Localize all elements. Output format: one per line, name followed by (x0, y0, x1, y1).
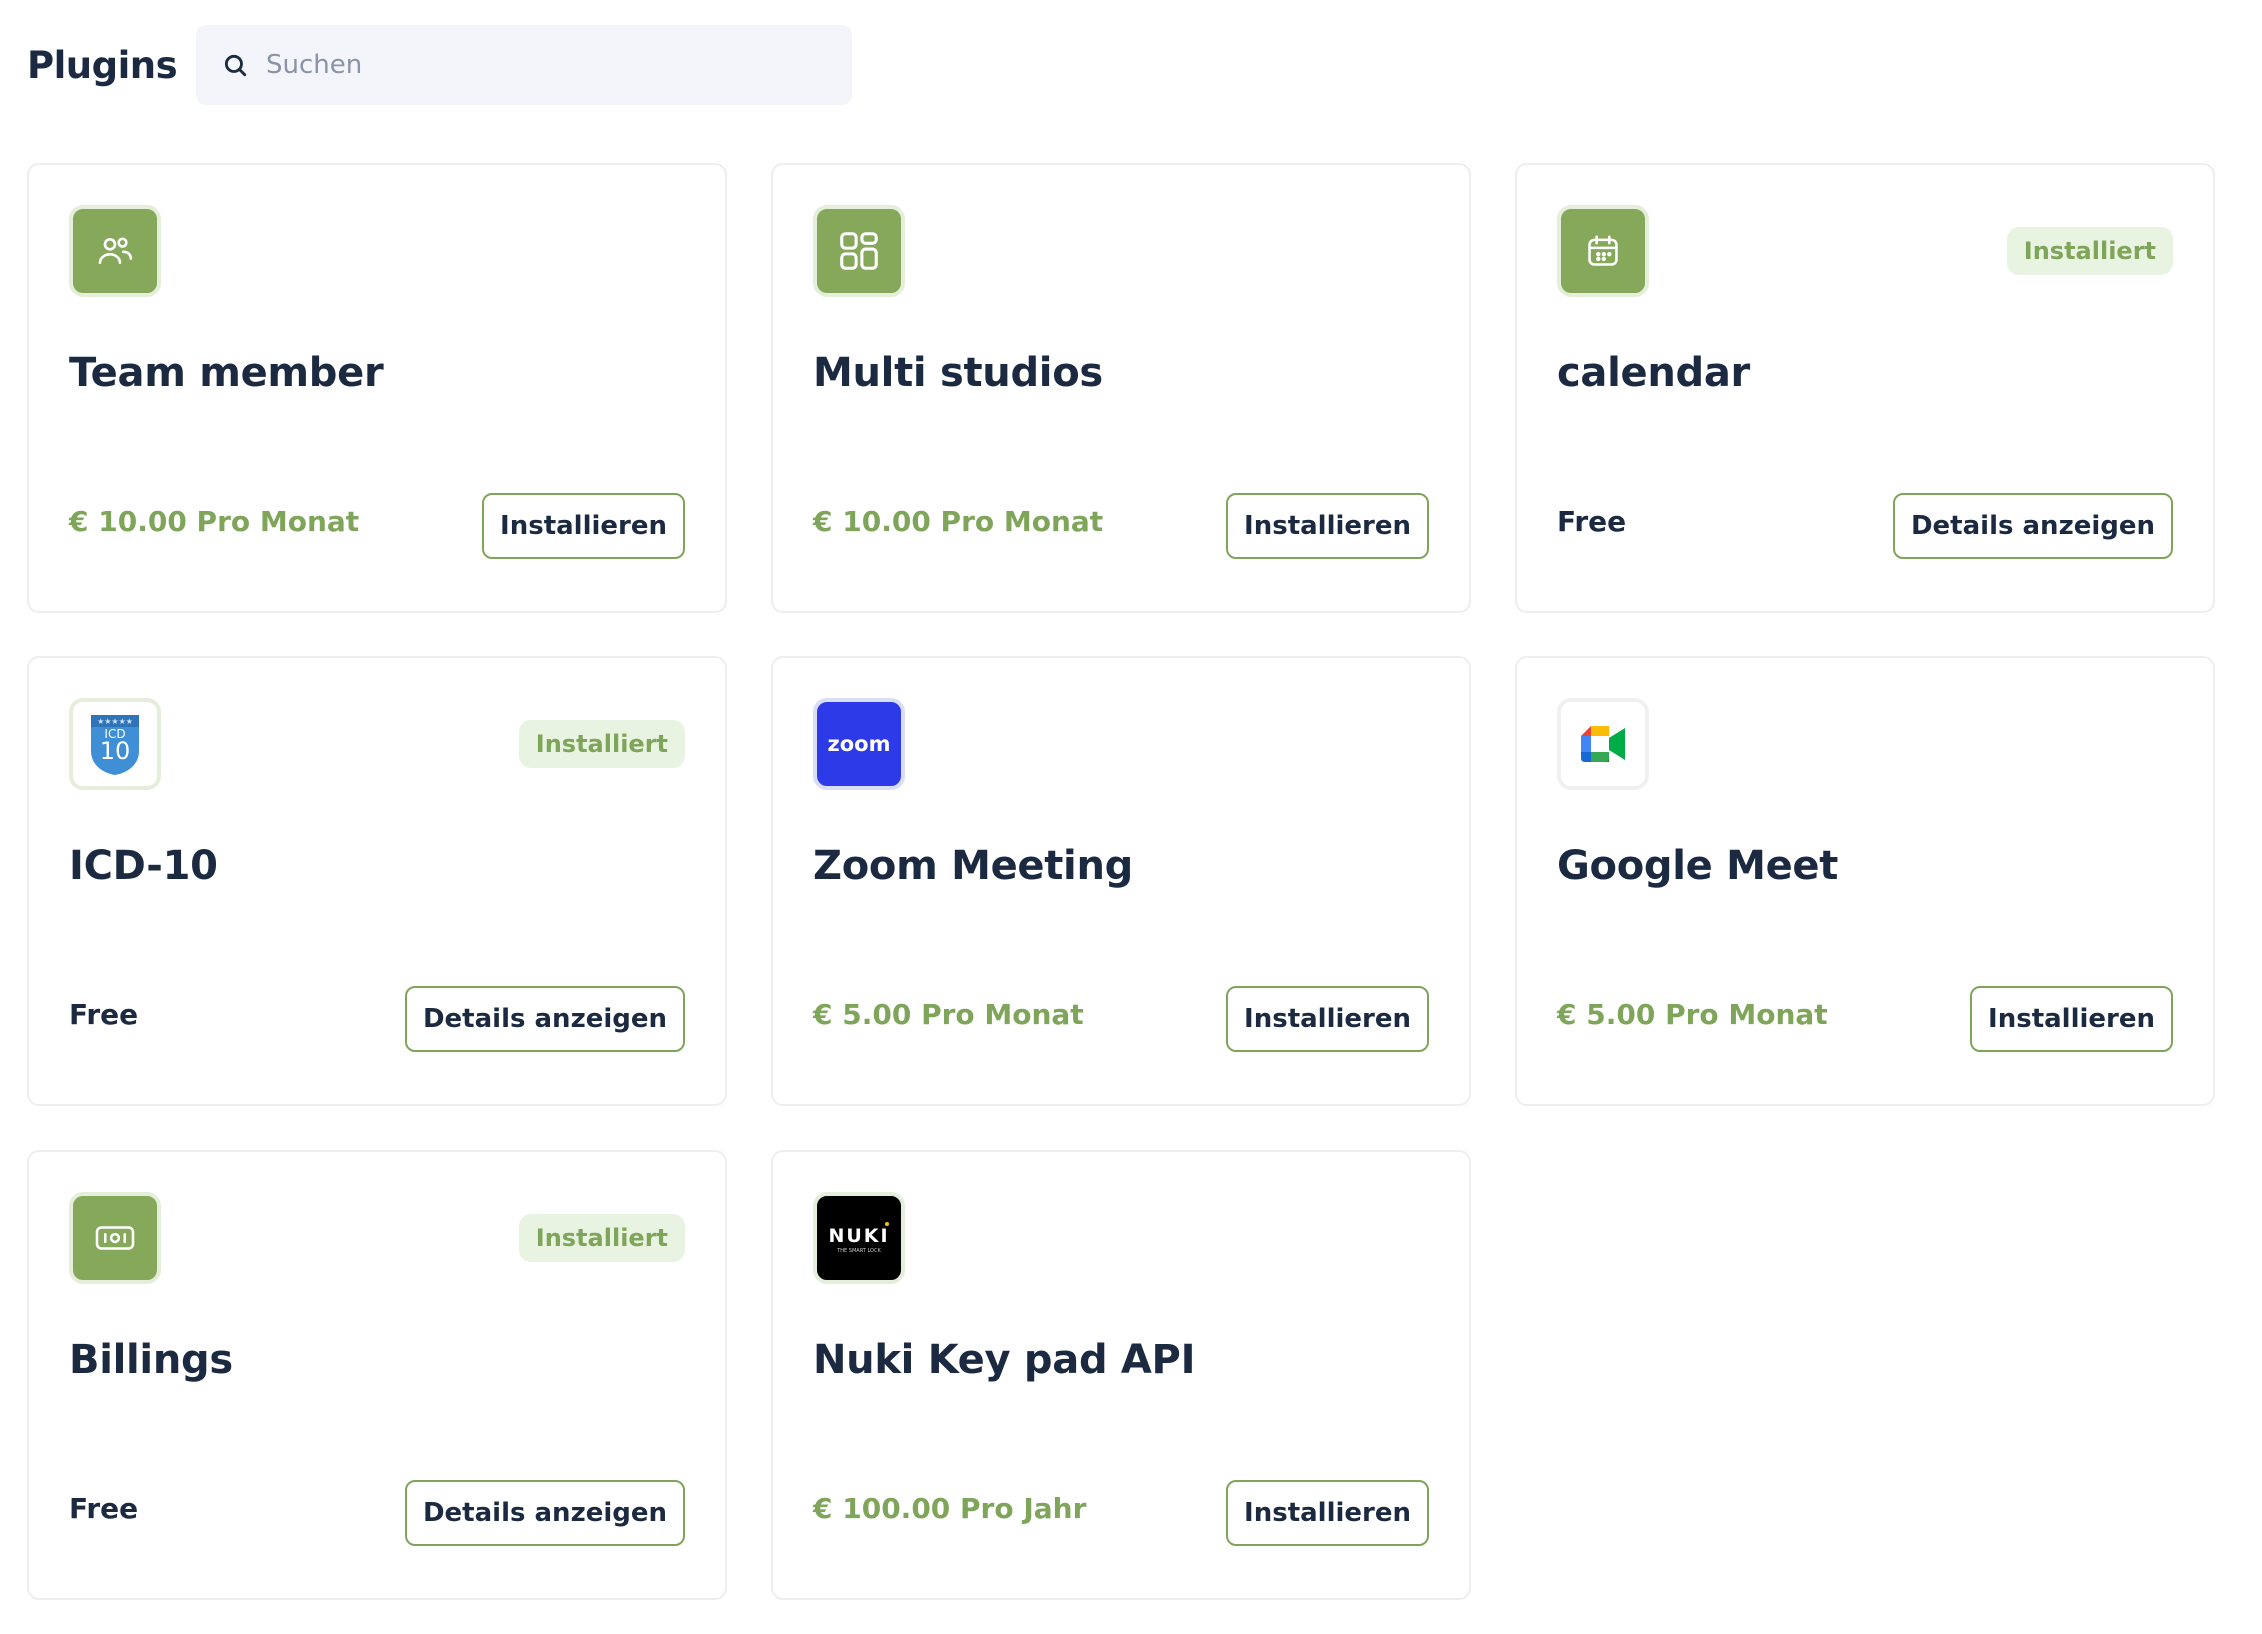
plugin-card: Team member € 10.00 Pro Monat Installier… (27, 163, 727, 613)
details-button[interactable]: Details anzeigen (1892, 493, 2173, 559)
plugin-price: Free (69, 998, 139, 1031)
plugin-title: Zoom Meeting (813, 843, 1133, 889)
page-title: Plugins (27, 43, 178, 87)
svg-text:10: 10 (100, 737, 131, 765)
plugin-price: € 100.00 Pro Jahr (813, 1492, 1087, 1525)
page-header: Plugins (27, 25, 178, 105)
details-button[interactable]: Details anzeigen (404, 1480, 685, 1546)
search-bar[interactable] (196, 25, 852, 105)
plugin-price: € 5.00 Pro Monat (1557, 998, 1828, 1031)
install-button[interactable]: Installieren (1226, 986, 1429, 1052)
search-input[interactable] (264, 49, 828, 81)
plugin-title: calendar (1557, 350, 1750, 396)
plugin-price: € 10.00 Pro Monat (69, 505, 360, 538)
plugin-title: Team member (69, 350, 384, 396)
users-icon (69, 205, 161, 297)
search-icon (210, 40, 260, 90)
icd10-logo-icon: ★★★★★ ICD 10 (69, 698, 161, 790)
plugin-card: Installiert calendar Free Details anzeig… (1515, 163, 2215, 613)
plugin-price: Free (1557, 505, 1627, 538)
plugin-card: Installiert Billings Free Details anzeig… (27, 1150, 727, 1600)
plugin-title: Multi studios (813, 350, 1103, 396)
nuki-logo-icon: NUKI THE SMART LOCK (813, 1192, 905, 1284)
layout-grid-icon (813, 205, 905, 297)
plugin-card: Google Meet € 5.00 Pro Monat Installiere… (1515, 656, 2215, 1106)
installed-badge: Installiert (518, 720, 685, 768)
svg-text:zoom: zoom (828, 732, 891, 756)
svg-text:★★★★★: ★★★★★ (97, 717, 133, 726)
google-meet-logo-icon (1557, 698, 1649, 790)
installed-badge: Installiert (2006, 227, 2173, 275)
plugin-card: ★★★★★ ICD 10 Installiert ICD-10 Free Det… (27, 656, 727, 1106)
calendar-icon (1557, 205, 1649, 297)
install-button[interactable]: Installieren (1226, 1480, 1429, 1546)
details-button[interactable]: Details anzeigen (404, 986, 685, 1052)
plugin-title: ICD-10 (69, 843, 218, 889)
plugin-card: NUKI THE SMART LOCK Nuki Key pad API € 1… (771, 1150, 1471, 1600)
install-button[interactable]: Installieren (1226, 493, 1429, 559)
plugin-title: Google Meet (1557, 843, 1839, 889)
plugin-title: Billings (69, 1337, 233, 1383)
plugin-card: Multi studios € 10.00 Pro Monat Installi… (771, 163, 1471, 613)
banknote-icon (69, 1192, 161, 1284)
svg-text:THE SMART LOCK: THE SMART LOCK (836, 1248, 881, 1254)
plugin-card: zoom Zoom Meeting € 5.00 Pro Monat Insta… (771, 656, 1471, 1106)
svg-text:NUKI: NUKI (828, 1225, 889, 1247)
install-button[interactable]: Installieren (1970, 986, 2173, 1052)
installed-badge: Installiert (518, 1214, 685, 1262)
install-button[interactable]: Installieren (482, 493, 685, 559)
plugin-price: € 5.00 Pro Monat (813, 998, 1084, 1031)
plugin-title: Nuki Key pad API (813, 1337, 1196, 1383)
plugin-price: € 10.00 Pro Monat (813, 505, 1104, 538)
zoom-logo-icon: zoom (813, 698, 905, 790)
plugin-price: Free (69, 1492, 139, 1525)
